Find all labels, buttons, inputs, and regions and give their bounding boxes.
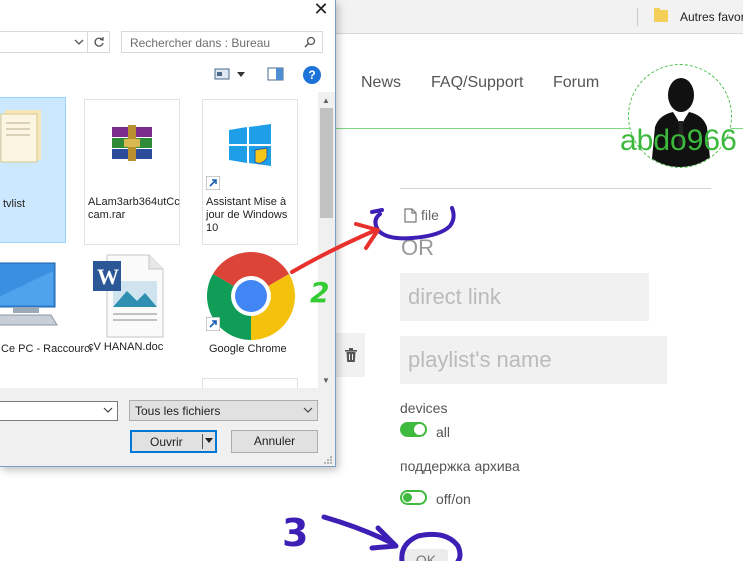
- nav-forum[interactable]: Forum: [553, 74, 599, 92]
- view-options-icon[interactable]: [214, 67, 230, 81]
- file-icon: [404, 207, 417, 223]
- scrollbar[interactable]: ▲ ▼: [318, 92, 335, 388]
- archive-support-toggle[interactable]: [400, 490, 427, 505]
- preview-pane-icon[interactable]: [267, 67, 284, 81]
- help-icon[interactable]: ?: [303, 66, 321, 84]
- delete-button[interactable]: [336, 333, 365, 377]
- scroll-thumb[interactable]: [320, 108, 333, 218]
- file-upload-label: file: [421, 207, 439, 223]
- search-icon: [304, 36, 316, 48]
- folder-icon[interactable]: [654, 8, 668, 22]
- direct-link-input[interactable]: [400, 273, 649, 321]
- scroll-up-icon[interactable]: ▲: [322, 96, 330, 105]
- red-arrowhead: [354, 222, 380, 250]
- file-name: cV HANAN.doc: [88, 341, 164, 353]
- ok-button[interactable]: OK: [404, 549, 448, 561]
- file-name: Assistant Mise à jour de Windows 10: [206, 196, 288, 234]
- file-item[interactable]: tvlist: [0, 97, 66, 243]
- archive-support-value: off/on: [436, 491, 471, 507]
- file-item[interactable]: Ce PC - Raccourci: [0, 246, 92, 392]
- trash-icon: [344, 348, 357, 362]
- nav-news[interactable]: News: [361, 74, 401, 92]
- file-list: tvlist ALam3arb364utCccam.rar Assistant …: [0, 92, 318, 398]
- blue-arrowhead: [369, 525, 399, 551]
- computer-monitor-icon: [0, 262, 58, 326]
- refresh-button[interactable]: [88, 31, 110, 53]
- open-button-label: Ouvrir: [150, 435, 183, 449]
- file-name: Ce PC - Raccourci: [1, 343, 93, 355]
- step-3-annotation: 3: [282, 511, 308, 555]
- refresh-icon: [94, 37, 104, 47]
- split-divider: [202, 434, 203, 449]
- devices-value: all: [436, 424, 451, 440]
- svg-text:W: W: [97, 264, 119, 289]
- chevron-down-icon[interactable]: [103, 405, 113, 415]
- open-dropdown-icon[interactable]: [205, 438, 213, 443]
- bookmarks-separator: [637, 8, 638, 26]
- playlist-name-input[interactable]: [400, 336, 667, 384]
- file-item[interactable]: W cV HANAN.doc: [84, 246, 180, 392]
- scroll-down-icon[interactable]: ▼: [322, 376, 330, 385]
- shortcut-arrow-icon: [206, 317, 220, 331]
- resize-grip-icon[interactable]: [323, 455, 333, 465]
- windows-logo-icon: [229, 124, 271, 166]
- archive-support-label: поддержка архива: [400, 458, 520, 474]
- view-dropdown-icon[interactable]: [236, 72, 246, 78]
- word-document-icon: W: [93, 254, 164, 338]
- devices-toggle[interactable]: [400, 422, 427, 437]
- file-item[interactable]: Assistant Mise à jour de Windows 10: [202, 99, 298, 245]
- chevron-down-icon[interactable]: [73, 36, 85, 48]
- file-upload-button[interactable]: file: [404, 207, 439, 223]
- file-item[interactable]: Google Chrome: [202, 246, 298, 392]
- shortcut-arrow-icon: [206, 176, 220, 190]
- cancel-button[interactable]: Annuler: [231, 430, 318, 453]
- file-open-dialog: ✕ Rechercher dans : Bureau ? tvlist ALam…: [0, 0, 336, 467]
- username: abdo966: [620, 124, 737, 157]
- devices-label: devices: [400, 400, 448, 416]
- file-name: tvlist: [3, 198, 25, 210]
- document-folder-icon: [0, 110, 41, 163]
- file-type-select[interactable]: Tous les fichiers: [129, 400, 318, 421]
- or-separator: OR: [401, 235, 434, 260]
- chevron-down-icon: [303, 407, 313, 413]
- file-type-value: Tous les fichiers: [135, 404, 221, 418]
- search-input[interactable]: Rechercher dans : Bureau: [121, 31, 323, 53]
- bookmark-folder-other[interactable]: Autres favor: [680, 10, 743, 24]
- file-name: ALam3arb364utCccam.rar: [88, 196, 180, 221]
- winrar-archive-icon: [112, 125, 152, 161]
- file-circle-tick: [370, 208, 384, 214]
- filename-input[interactable]: [0, 401, 118, 421]
- file-item[interactable]: ALam3arb364utCccam.rar: [84, 99, 180, 245]
- open-button[interactable]: Ouvrir: [130, 430, 217, 453]
- file-name: Google Chrome: [209, 343, 287, 355]
- blue-arrow-annotation: [321, 514, 397, 547]
- close-icon[interactable]: ✕: [308, 0, 334, 20]
- form-divider: [400, 188, 711, 189]
- search-placeholder: Rechercher dans : Bureau: [130, 36, 271, 50]
- nav-faq-support[interactable]: FAQ/Support: [431, 74, 524, 92]
